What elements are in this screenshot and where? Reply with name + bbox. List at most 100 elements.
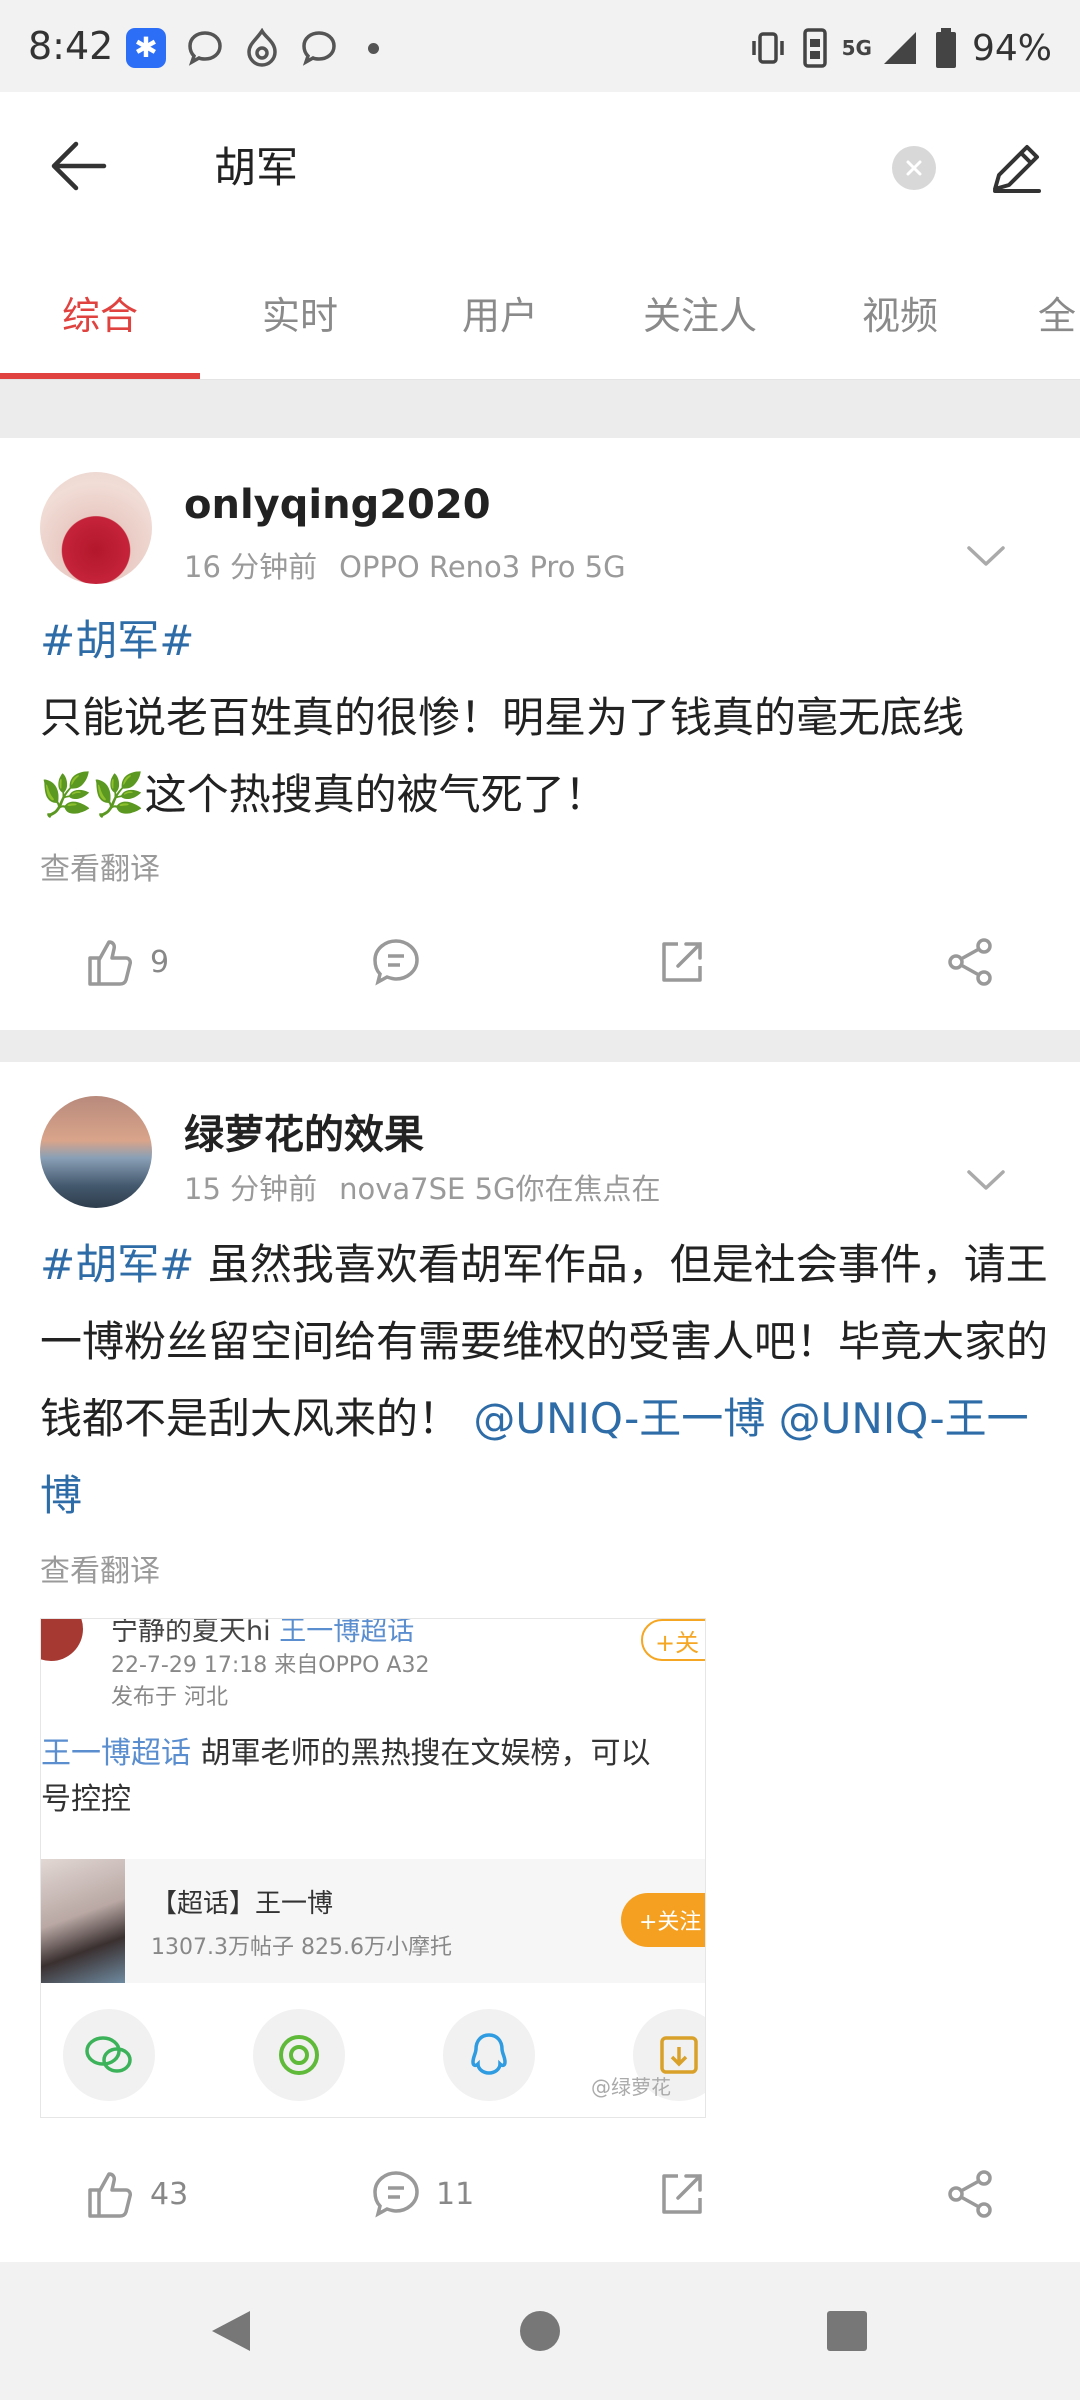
post-card[interactable]: 绿萝花的效果 15 分钟前 nova7SE 5G你在焦点在 #胡军# 虽然我喜欢看… [0, 1062, 1080, 2262]
tab-bar: 综合 实时 用户 关注人 视频 全 [0, 244, 1080, 380]
tab-all[interactable]: 全 [1000, 244, 1080, 379]
thumbs-up-icon [88, 940, 132, 986]
post-image[interactable]: 宁静的夏天hi 王一博超话 +关 22-7-29 17:18 来自OPPO A3… [40, 1618, 706, 2118]
comment-button[interactable]: 11 [370, 2156, 474, 2232]
embed-card-follow: +关注 [621, 1893, 705, 1947]
post-menu-button[interactable] [958, 528, 1014, 584]
sim-icon [802, 28, 827, 68]
embed-card-subtitle: 1307.3万帖子 825.6万小摩托 [151, 1935, 452, 1960]
edit-button[interactable] [984, 136, 1048, 200]
signal-icon [883, 32, 916, 64]
clear-search-button[interactable] [892, 146, 936, 190]
like-count: 43 [150, 2176, 189, 2212]
notification-icons: ✱ [126, 24, 379, 72]
flame-icon [247, 28, 277, 67]
image-watermark: @绿萝花 [591, 2075, 671, 2099]
post-meta: 16 分钟前 OPPO Reno3 Pro 5G [184, 544, 626, 586]
search-header: 胡军 [0, 92, 1080, 244]
chevron-down-icon [967, 1170, 1005, 1190]
embed-meta: 22-7-29 17:18 来自OPPO A32 [111, 1653, 430, 1678]
qq-icon [443, 2009, 535, 2101]
action-row: 43 11 [0, 2156, 1080, 2232]
post-meta: 15 分钟前 nova7SE 5G你在焦点在 [184, 1166, 661, 1208]
translate-link[interactable]: 查看翻译 [40, 1546, 160, 1590]
post-time: 15 分钟前 [184, 1172, 318, 1206]
embed-card-title: 【超话】王一博 [151, 1889, 334, 1919]
like-count: 9 [150, 944, 170, 980]
post-time: 16 分钟前 [184, 550, 318, 584]
tab-users[interactable]: 用户 [400, 244, 600, 379]
embed-name-text: 宁静的夏天hi [111, 1618, 271, 1647]
share-icon [948, 938, 992, 986]
status-right-icons: 5G 94% [748, 24, 1052, 72]
app-badge-icon: ✱ [126, 28, 166, 68]
username[interactable]: onlyqing2020 [184, 482, 491, 528]
comment-count: 11 [436, 2176, 475, 2212]
external-link-icon [662, 942, 702, 982]
share-icon [948, 2170, 992, 2218]
status-bar: 8:42 ✱ 5G 94% [0, 0, 1080, 92]
embed-topic: 王一博超话 [41, 1736, 191, 1771]
circle-home-icon [520, 2311, 560, 2351]
tab-comprehensive[interactable]: 综合 [0, 244, 200, 379]
network-type: 5G [841, 36, 872, 60]
avatar[interactable] [40, 1096, 152, 1208]
leaf-emoji: 🌿🌿 [40, 770, 145, 819]
embed-text-line: 号控控 [41, 1782, 131, 1817]
username[interactable]: 绿萝花的效果 [184, 1102, 424, 1160]
share-button[interactable] [944, 924, 996, 1000]
embed-follow-badge: +关 [641, 1619, 705, 1661]
mention-link[interactable]: @UNIQ-王一博 [473, 1394, 765, 1443]
share-button[interactable] [944, 2156, 996, 2232]
topic-link[interactable]: #胡军# [40, 616, 194, 665]
avatar[interactable] [40, 472, 152, 584]
embed-share-row [41, 2009, 705, 2117]
translate-link[interactable]: 查看翻译 [40, 844, 160, 888]
embed-text: 王一博超话 胡軍老师的黑热搜在文娱榜，可以 号控控 [41, 1731, 705, 1823]
comment-icon [373, 2171, 419, 2218]
post-text-line: 只能说老百姓真的很惨！明星为了钱真的毫无底线 [40, 693, 965, 742]
search-input[interactable]: 胡军 [214, 134, 298, 195]
battery-percent: 94% [971, 27, 1052, 69]
post-text-line: 这个热搜真的被气死了！ [144, 770, 607, 819]
chat-icon [302, 31, 336, 66]
embed-card-thumbnail [41, 1859, 125, 1983]
back-button[interactable] [40, 128, 116, 204]
dot-icon [368, 42, 379, 54]
external-link-icon [662, 2174, 702, 2214]
chat-icon [188, 31, 222, 66]
like-button[interactable]: 9 [84, 924, 169, 1000]
action-row: 9 [0, 924, 1080, 1000]
nav-back-button[interactable] [196, 2296, 266, 2366]
like-button[interactable]: 43 [84, 2156, 188, 2232]
post-menu-button[interactable] [958, 1152, 1014, 1208]
triangle-back-icon [212, 2311, 250, 2351]
post-device: OPPO Reno3 Pro 5G [339, 550, 626, 584]
nav-recents-button[interactable] [812, 2296, 882, 2366]
post-text: #胡军# 只能说老百姓真的很惨！明星为了钱真的毫无底线 🌿🌿这个热搜真的被气死了… [40, 602, 1050, 833]
repost-button[interactable] [656, 924, 708, 1000]
tab-indicator [0, 373, 200, 379]
tab-following[interactable]: 关注人 [600, 244, 800, 379]
embed-avatar [41, 1619, 83, 1661]
close-icon [906, 160, 922, 176]
post-card[interactable]: onlyqing2020 16 分钟前 OPPO Reno3 Pro 5G #胡军… [0, 438, 1080, 1030]
moments-icon [253, 2009, 345, 2101]
comment-icon [373, 939, 419, 986]
repost-button[interactable] [656, 2156, 708, 2232]
embed-meta: 发布于 河北 [111, 1685, 228, 1710]
wechat-icon [63, 2009, 155, 2101]
tab-realtime[interactable]: 实时 [200, 244, 400, 379]
vibrate-icon [751, 32, 784, 64]
arrow-left-icon [51, 141, 107, 191]
system-nav-bar [0, 2262, 1080, 2400]
nav-home-button[interactable] [505, 2296, 575, 2366]
topic-link[interactable]: #胡军# [40, 1240, 194, 1289]
comment-button[interactable] [370, 924, 436, 1000]
square-recents-icon [827, 2311, 867, 2351]
tab-video[interactable]: 视频 [800, 244, 1000, 379]
embed-text-line: 胡軍老师的黑热搜在文娱榜，可以 [191, 1736, 651, 1771]
post-text: #胡军# 虽然我喜欢看胡军作品，但是社会事件，请王一博粉丝留空间给有需要维权的受… [40, 1226, 1050, 1534]
pencil-icon [993, 145, 1041, 193]
embed-username: 宁静的夏天hi 王一博超话 [111, 1618, 414, 1648]
